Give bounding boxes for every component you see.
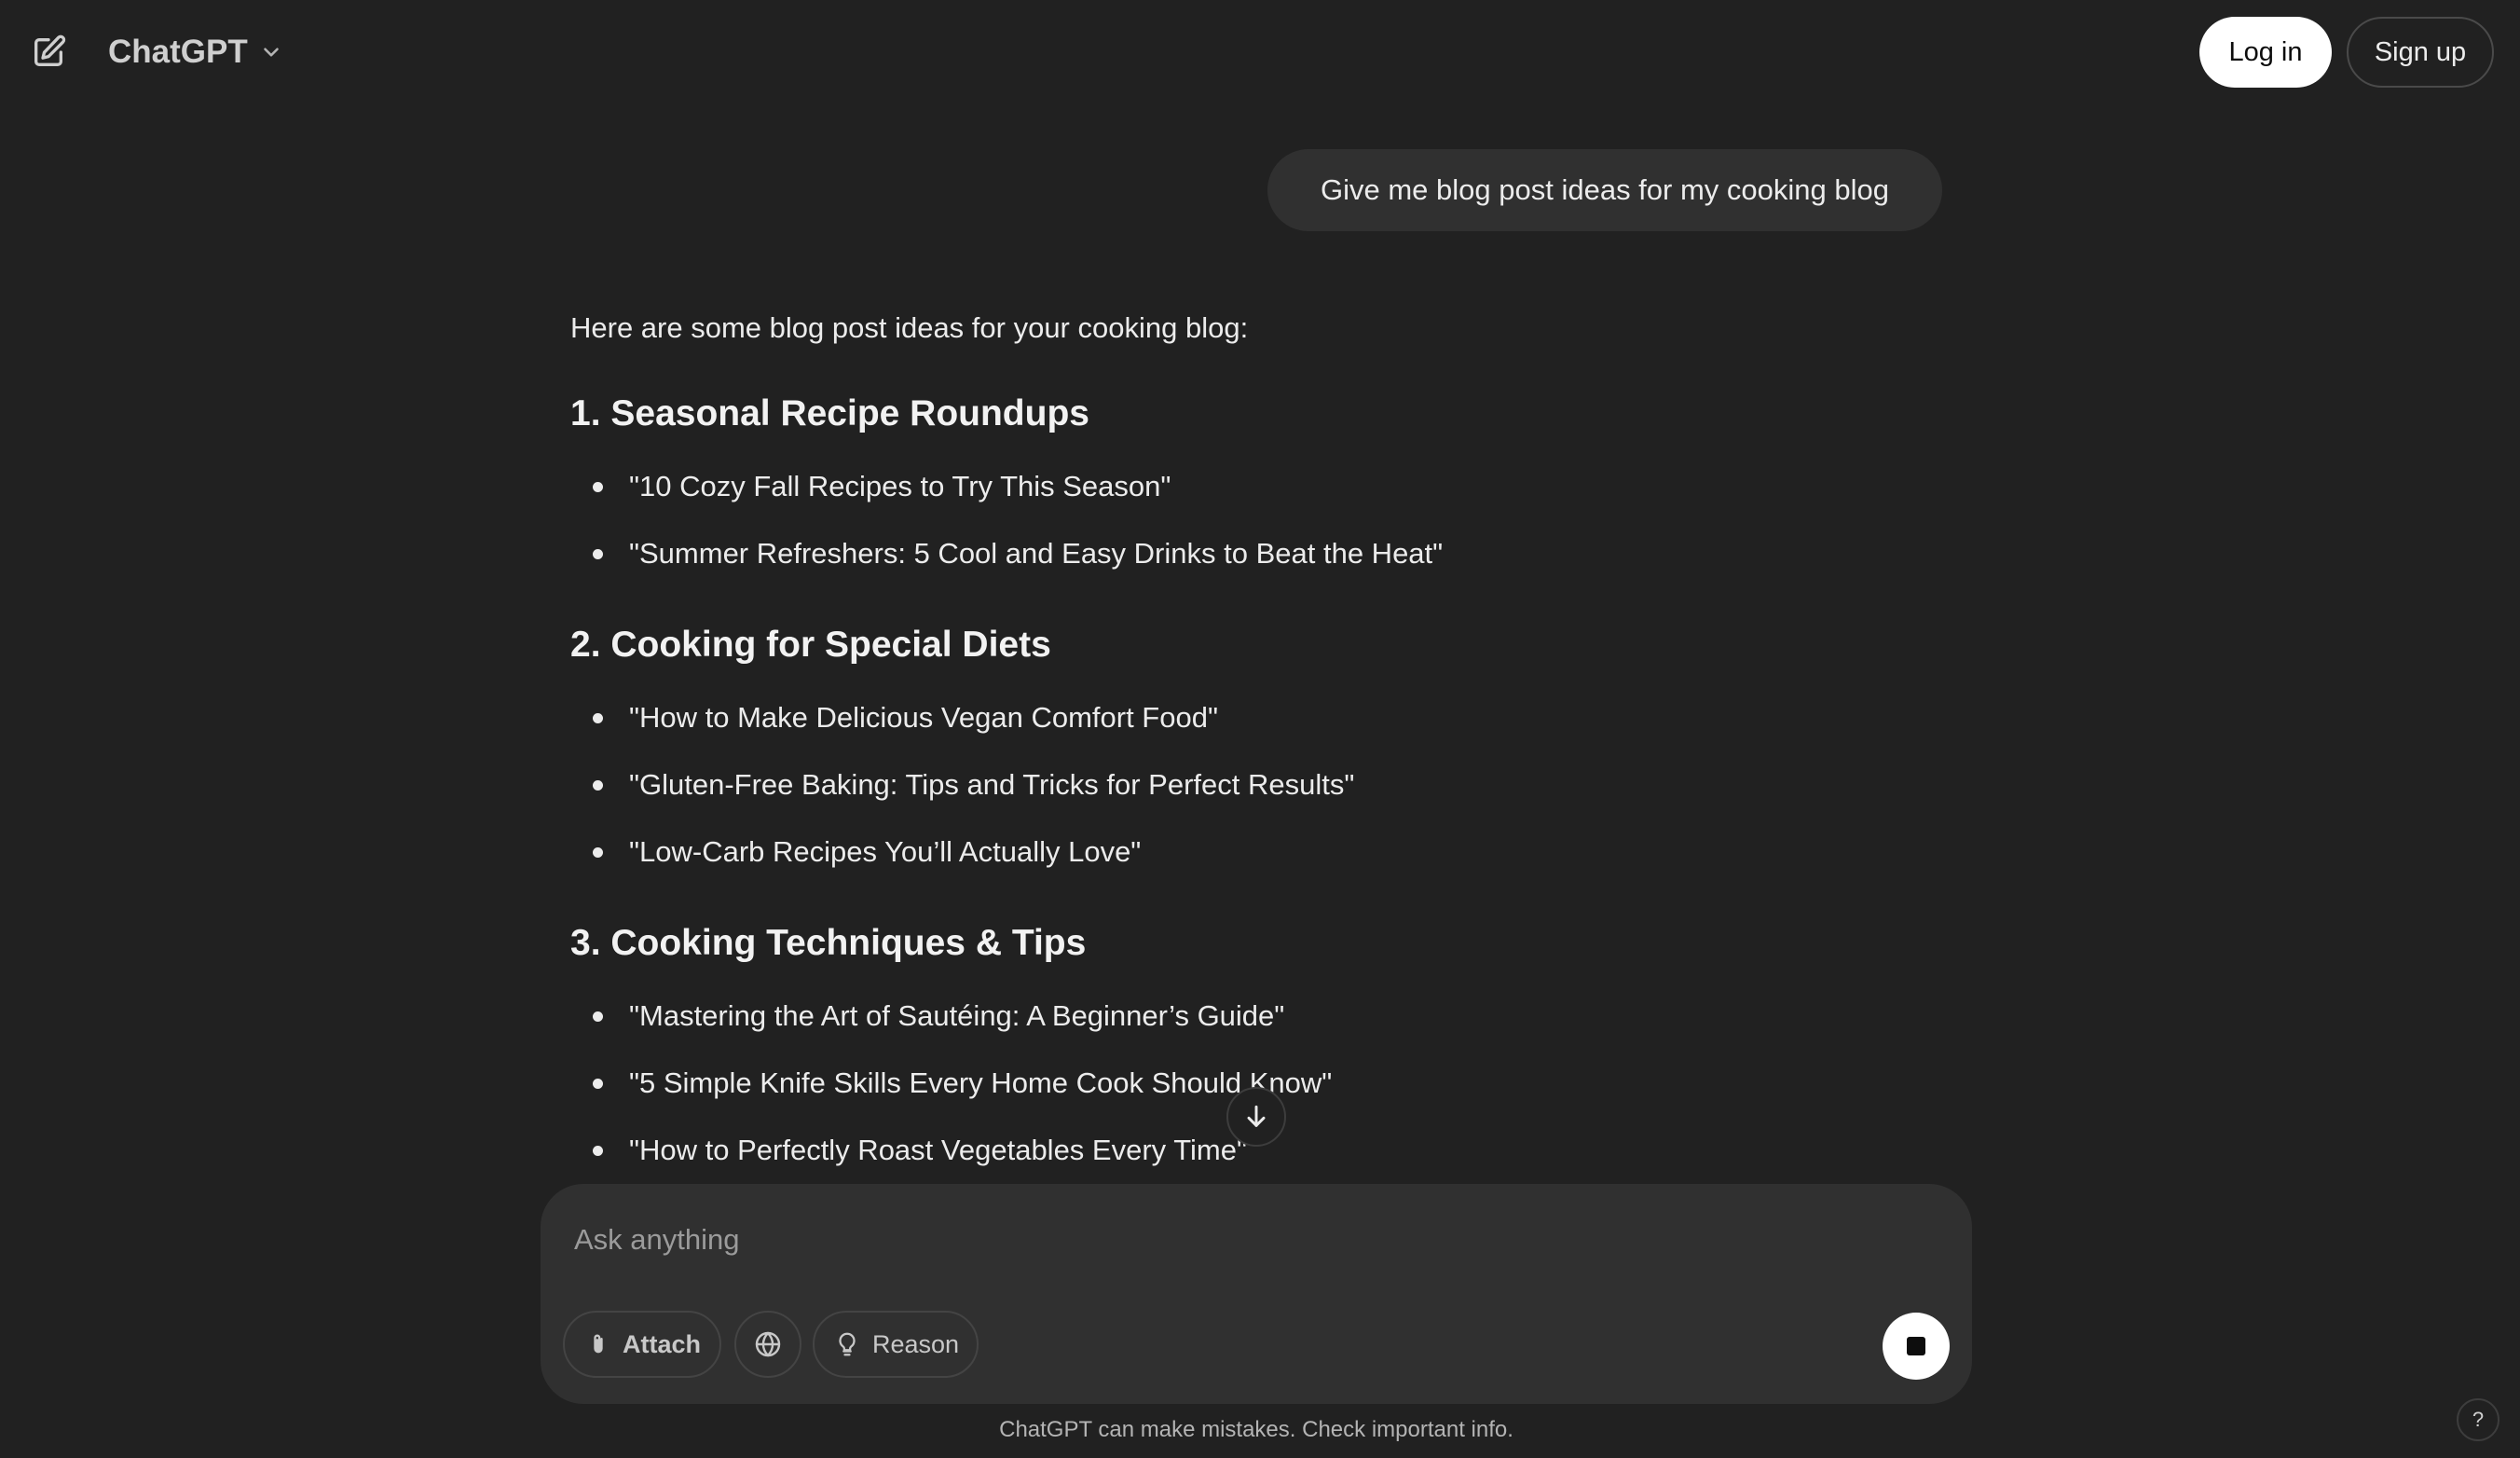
- list-item-text: "5 Simple Knife Skills Every Home Cook S…: [629, 1066, 1333, 1099]
- attach-label: Attach: [623, 1329, 702, 1358]
- list-item: "10 Cozy Fall Recipes to Try This Season…: [570, 466, 1171, 507]
- stop-icon: [1907, 1337, 1925, 1355]
- model-selector[interactable]: ChatGPT: [93, 24, 298, 80]
- section-heading: 3. Cooking Techniques & Tips: [570, 923, 1087, 963]
- user-message-text: Give me blog post ideas for my cooking b…: [1321, 173, 1889, 206]
- assistant-intro: Here are some blog post ideas for your c…: [570, 311, 1249, 344]
- bullet: [593, 1011, 603, 1022]
- bullet: [593, 1145, 603, 1156]
- arrow-down-icon: [1247, 1105, 1266, 1127]
- chevron-down-icon: [259, 40, 283, 64]
- list-item: "How to Make Delicious Vegan Comfort Foo…: [570, 697, 1218, 738]
- top-bar: ChatGPT Log in Sign up: [0, 0, 2520, 104]
- bullet: [593, 1078, 603, 1089]
- list-item: "How to Perfectly Roast Vegetables Every…: [570, 1130, 1247, 1171]
- lightbulb-icon: [839, 1332, 856, 1356]
- section-heading: 1. Seasonal Recipe Roundups: [570, 393, 1089, 433]
- new-chat-button[interactable]: [24, 28, 73, 76]
- search-web-button[interactable]: [734, 1311, 801, 1378]
- model-name: ChatGPT: [108, 34, 248, 70]
- list-item: "Mastering the Art of Sautéing: A Beginn…: [570, 996, 1284, 1037]
- bullet: [593, 846, 603, 858]
- sign-up-button[interactable]: Sign up: [2347, 17, 2494, 88]
- user-message-bubble: Give me blog post ideas for my cooking b…: [1267, 149, 1942, 231]
- list-item-text: "Summer Refreshers: 5 Cool and Easy Drin…: [629, 537, 1444, 570]
- prompt-input[interactable]: [572, 1212, 1877, 1268]
- disclaimer-text: ChatGPT can make mistakes. Check importa…: [999, 1417, 1513, 1442]
- log-in-button[interactable]: Log in: [2199, 17, 2332, 88]
- reason-button[interactable]: Reason: [813, 1311, 979, 1378]
- list-item-text: "Mastering the Art of Sautéing: A Beginn…: [629, 999, 1285, 1032]
- list-item-text: "Low-Carb Recipes You’ll Actually Love": [629, 835, 1142, 868]
- bullet: [593, 481, 603, 492]
- bullet: [593, 548, 603, 559]
- scroll-to-bottom-button[interactable]: [1226, 1087, 1286, 1147]
- list-item: "Gluten-Free Baking: Tips and Tricks for…: [570, 764, 1354, 805]
- globe-icon: [755, 1331, 781, 1357]
- list-item-text: "Gluten-Free Baking: Tips and Tricks for…: [629, 768, 1355, 801]
- list-item: "Summer Refreshers: 5 Cool and Easy Drin…: [570, 533, 1443, 574]
- message-composer: Attach Reason: [541, 1184, 1972, 1404]
- bullet: [593, 712, 603, 723]
- list-item: "5 Simple Knife Skills Every Home Cook S…: [570, 1063, 1332, 1104]
- section-heading: 2. Cooking for Special Diets: [570, 625, 1051, 665]
- list-item-text: "How to Make Delicious Vegan Comfort Foo…: [629, 701, 1218, 734]
- edit-icon: [34, 34, 66, 67]
- reason-label: Reason: [872, 1329, 960, 1358]
- help-button[interactable]: ?: [2457, 1398, 2499, 1441]
- stop-generating-button[interactable]: [1883, 1313, 1950, 1380]
- list-item: "Low-Carb Recipes You’ll Actually Love": [570, 832, 1141, 873]
- list-item-text: "How to Perfectly Roast Vegetables Every…: [629, 1134, 1247, 1166]
- bullet: [593, 779, 603, 791]
- attach-button[interactable]: Attach: [563, 1311, 721, 1378]
- paperclip-icon: [594, 1334, 603, 1354]
- list-item-text: "10 Cozy Fall Recipes to Try This Season…: [629, 470, 1171, 502]
